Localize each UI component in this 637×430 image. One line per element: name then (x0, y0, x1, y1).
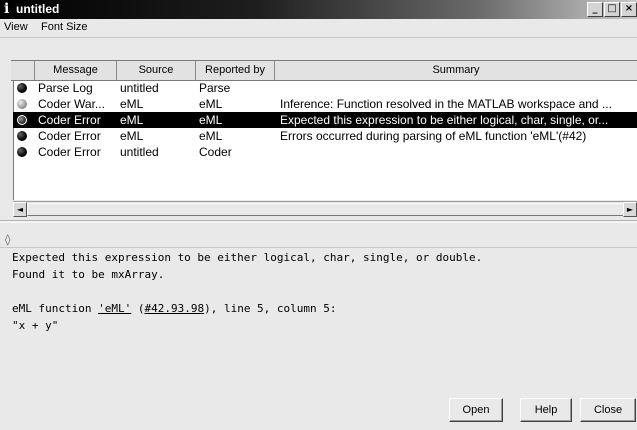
table-row[interactable]: Parse Log untitled Parse (13, 80, 637, 96)
detail-line-3: eML function 'eML' (#42.93.98), line 5, … (12, 300, 632, 317)
close-window-button[interactable]: × (621, 2, 637, 17)
cell-summary: Inference: Function resolved in the MATL… (280, 97, 612, 111)
detail-blank-line (12, 283, 632, 300)
detail-text: eML function (12, 302, 99, 315)
column-header-summary[interactable]: Summary (275, 61, 637, 80)
detail-line-4: "x + y" (12, 319, 59, 332)
cell-summary: Errors occurred during parsing of eML fu… (280, 129, 587, 143)
pane-divider[interactable] (0, 220, 637, 223)
table-row[interactable]: Coder Error untitled Coder (13, 144, 637, 160)
cell-message: Coder Error (38, 145, 101, 159)
detail-text: ), line 5, column 5: (204, 302, 337, 315)
menu-bar: View Font Size (0, 19, 637, 38)
window-controls: _ □ × (587, 2, 637, 17)
menu-view[interactable]: View (4, 21, 28, 33)
column-header-reported-by[interactable]: Reported by (196, 61, 275, 80)
title-bar: i untitled _ □ × (0, 0, 637, 19)
cell-source: eML (120, 113, 144, 127)
cell-reported-by: eML (199, 129, 223, 143)
cell-message: Coder Error (38, 129, 101, 143)
minimize-button[interactable]: _ (587, 2, 603, 17)
message-details: Expected this expression to be either lo… (12, 249, 632, 334)
error-status-icon (17, 115, 27, 125)
function-link[interactable]: 'eML' (98, 302, 131, 315)
scroll-thumb[interactable] (27, 203, 627, 216)
table-row[interactable]: Coder War... eML eML Inference: Function… (13, 96, 637, 112)
cell-source: eML (120, 129, 144, 143)
cell-source: eML (120, 97, 144, 111)
help-button[interactable]: Help (520, 398, 572, 422)
cell-reported-by: eML (199, 113, 223, 127)
column-header-source[interactable]: Source (117, 61, 196, 80)
table-header: Message Source Reported by Summary (11, 60, 637, 81)
warning-status-icon (17, 99, 27, 109)
horizontal-scrollbar[interactable]: ◄ ► (13, 201, 637, 217)
table-row[interactable]: Coder Error eML eML Errors occurred duri… (13, 128, 637, 144)
cell-source: untitled (120, 81, 159, 95)
scroll-left-icon[interactable]: ◄ (13, 202, 27, 217)
cell-reported-by: eML (199, 97, 223, 111)
detail-line-2: Found it to be mxArray. (12, 268, 165, 281)
column-header-message[interactable]: Message (35, 61, 117, 80)
location-link[interactable]: #42.93.98 (144, 302, 204, 315)
error-status-icon (17, 131, 27, 141)
cell-summary: Expected this expression to be either lo… (280, 113, 609, 127)
window-title: untitled (16, 2, 60, 16)
icon-column-header (11, 61, 35, 80)
detail-line-1: Expected this expression to be either lo… (12, 251, 483, 264)
cell-message: Parse Log (38, 81, 93, 95)
detail-separator (0, 247, 637, 248)
menu-font-size[interactable]: Font Size (41, 21, 87, 33)
error-status-icon (17, 147, 27, 157)
splitter-handle-icon[interactable]: ◊ (5, 233, 10, 246)
cell-reported-by: Parse (199, 81, 231, 95)
cell-source: untitled (120, 145, 159, 159)
detail-text: ( (131, 302, 145, 315)
open-button[interactable]: Open (449, 398, 503, 422)
close-button[interactable]: Close (580, 398, 636, 422)
cell-reported-by: Coder (199, 145, 232, 159)
maximize-button[interactable]: □ (604, 2, 620, 17)
table-body: Parse Log untitled Parse Coder War... eM… (13, 80, 637, 160)
info-icon: i (4, 1, 10, 17)
cell-message: Coder War... (38, 97, 105, 111)
cell-message: Coder Error (38, 113, 101, 127)
table-row-selected[interactable]: Coder Error eML eML Expected this expres… (13, 112, 637, 128)
scroll-right-icon[interactable]: ► (623, 202, 637, 217)
error-status-icon (17, 83, 27, 93)
